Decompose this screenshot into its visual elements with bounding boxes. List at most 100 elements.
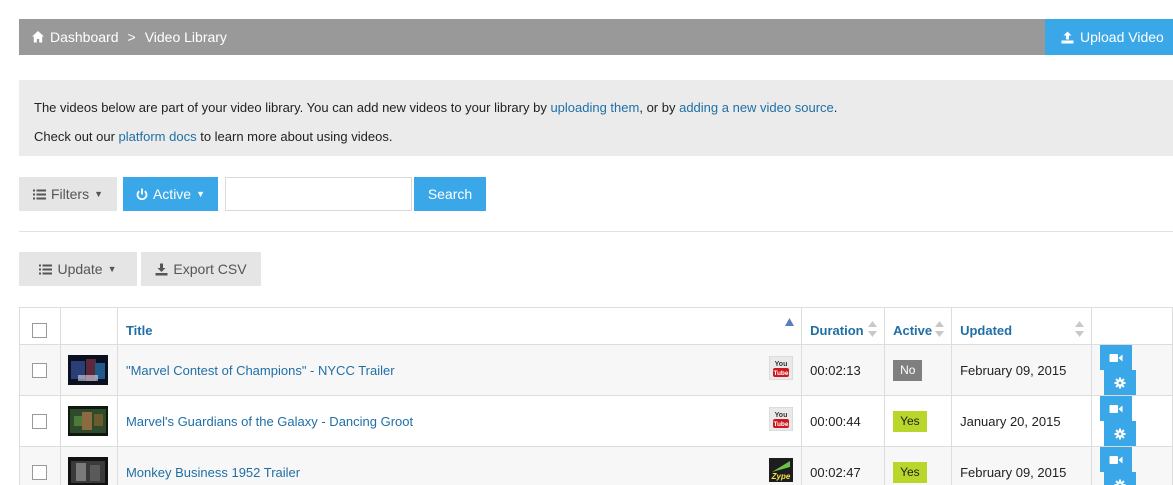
gear-icon — [1114, 479, 1126, 485]
duration-header[interactable]: Duration — [801, 307, 886, 345]
info-text: , or by — [639, 100, 680, 115]
info-text: to learn more about using videos. — [196, 129, 393, 144]
youtube-icon: You Tube — [769, 407, 794, 431]
download-icon — [155, 263, 168, 275]
gear-icon — [1114, 428, 1126, 439]
breadcrumb: Dashboard > Video Library — [31, 19, 227, 55]
active-header-label: Active — [893, 322, 933, 338]
info-text: Check out our — [34, 129, 119, 144]
thumbnail-marvel-contest[interactable] — [67, 355, 108, 385]
info-line-1: The videos below are part of your video … — [34, 93, 1158, 122]
video-title-link[interactable]: Marvel's Guardians of the Galaxy - Danci… — [126, 414, 413, 429]
export-csv-button[interactable]: Export CSV — [141, 252, 261, 286]
info-panel: The videos below are part of your video … — [19, 80, 1173, 156]
active-filter-button[interactable]: Active ▼ — [123, 177, 218, 211]
active-cell: Yes — [884, 395, 953, 447]
sort-icon — [935, 321, 945, 337]
table-row[interactable]: Monkey Business 1952 Trailer Zype 00:02:… — [19, 446, 1173, 485]
duration-cell: 00:02:47 — [801, 446, 886, 485]
breadcrumb-dashboard[interactable]: Dashboard — [50, 29, 119, 45]
thumbnail-header — [60, 307, 118, 345]
update-button[interactable]: Update ▼ — [19, 252, 137, 286]
video-camera-button[interactable] — [1099, 447, 1132, 472]
add-video-source-link[interactable]: adding a new video source — [679, 100, 834, 115]
settings-button[interactable] — [1103, 370, 1136, 395]
video-camera-icon — [1109, 404, 1123, 413]
thumbnail-cell — [60, 344, 118, 396]
gear-icon — [1114, 377, 1126, 388]
filters-label: Filters — [50, 186, 90, 202]
updated-header[interactable]: Updated — [951, 307, 1092, 345]
row-checkbox[interactable] — [32, 464, 47, 480]
row-checkbox[interactable] — [32, 413, 47, 429]
title-cell: Marvel's Guardians of the Galaxy - Danci… — [117, 395, 803, 447]
svg-text:Zype: Zype — [771, 472, 791, 481]
platform-docs-link[interactable]: platform docs — [119, 129, 197, 144]
filters-button[interactable]: Filters ▼ — [19, 177, 117, 211]
settings-button[interactable] — [1103, 421, 1136, 446]
uploading-them-link[interactable]: uploading them — [550, 100, 639, 115]
row-select-cell — [19, 344, 61, 396]
power-icon — [136, 188, 148, 200]
search-input[interactable] — [225, 177, 412, 211]
top-bar: Dashboard > Video Library Upload Video — [19, 19, 1173, 55]
select-all-checkbox[interactable] — [32, 322, 47, 338]
table-row[interactable]: Marvel's Guardians of the Galaxy - Danci… — [19, 395, 1173, 447]
video-title-link[interactable]: Monkey Business 1952 Trailer — [126, 465, 300, 480]
row-select-cell — [19, 395, 61, 447]
youtube-icon: You Tube — [769, 356, 794, 380]
updated-header-label: Updated — [960, 322, 1013, 338]
actions-header — [1091, 307, 1173, 345]
video-camera-icon — [1109, 353, 1123, 362]
home-icon — [32, 31, 44, 43]
upload-video-label: Upload Video — [1080, 29, 1164, 45]
settings-button[interactable] — [1103, 472, 1136, 485]
duration-header-label: Duration — [810, 322, 864, 338]
updated-cell: February 09, 2015 — [951, 446, 1092, 485]
video-camera-button[interactable] — [1099, 396, 1132, 421]
video-table: Title Duration Active Updated "Marvel Co… — [19, 307, 1173, 485]
table-row[interactable]: "Marvel Contest of Champions" - NYCC Tra… — [19, 344, 1173, 396]
actions-cell — [1091, 344, 1173, 396]
thumbnail-dancing-groot[interactable] — [67, 406, 108, 436]
upload-icon — [1061, 31, 1074, 43]
status-badge: No — [893, 359, 923, 381]
upload-video-button[interactable]: Upload Video — [1045, 19, 1173, 55]
zype-icon: Zype — [769, 458, 794, 482]
info-line-2: Check out our platform docs to learn mor… — [34, 122, 1158, 151]
duration-cell: 00:00:44 — [801, 395, 886, 447]
search-button[interactable]: Search — [414, 177, 486, 211]
thumbnail-monkey-business[interactable] — [67, 457, 108, 485]
row-checkbox[interactable] — [32, 362, 47, 378]
updated-cell: January 20, 2015 — [951, 395, 1092, 447]
select-all-cell — [19, 307, 61, 345]
table-header-row: Title Duration Active Updated — [19, 307, 1173, 345]
active-cell: No — [884, 344, 953, 396]
svg-text:Tube: Tube — [774, 421, 789, 428]
thumbnail-cell — [60, 446, 118, 485]
chevron-down-icon: ▼ — [107, 264, 117, 274]
thumbnail-cell — [60, 395, 118, 447]
video-title-link[interactable]: "Marvel Contest of Champions" - NYCC Tra… — [126, 363, 395, 378]
status-badge: Yes — [893, 410, 927, 432]
svg-text:You: You — [775, 412, 788, 419]
list-icon — [39, 264, 53, 274]
search-label: Search — [427, 186, 473, 202]
row-select-cell — [19, 446, 61, 485]
title-cell: "Marvel Contest of Champions" - NYCC Tra… — [117, 344, 803, 396]
active-header[interactable]: Active — [884, 307, 953, 345]
update-label: Update — [57, 261, 103, 277]
export-csv-label: Export CSV — [173, 261, 247, 277]
title-cell: Monkey Business 1952 Trailer Zype — [117, 446, 803, 485]
breadcrumb-video-library: Video Library — [144, 29, 227, 45]
info-text: The videos below are part of your video … — [34, 100, 551, 115]
sort-asc-icon — [785, 318, 795, 326]
video-camera-icon — [1109, 455, 1123, 464]
info-text: . — [833, 100, 838, 115]
title-header-label: Title — [125, 322, 153, 338]
chevron-down-icon: ▼ — [196, 189, 206, 199]
title-header[interactable]: Title — [117, 307, 803, 345]
list-icon — [32, 189, 46, 199]
duration-cell: 00:02:13 — [801, 344, 886, 396]
video-camera-button[interactable] — [1099, 345, 1132, 370]
